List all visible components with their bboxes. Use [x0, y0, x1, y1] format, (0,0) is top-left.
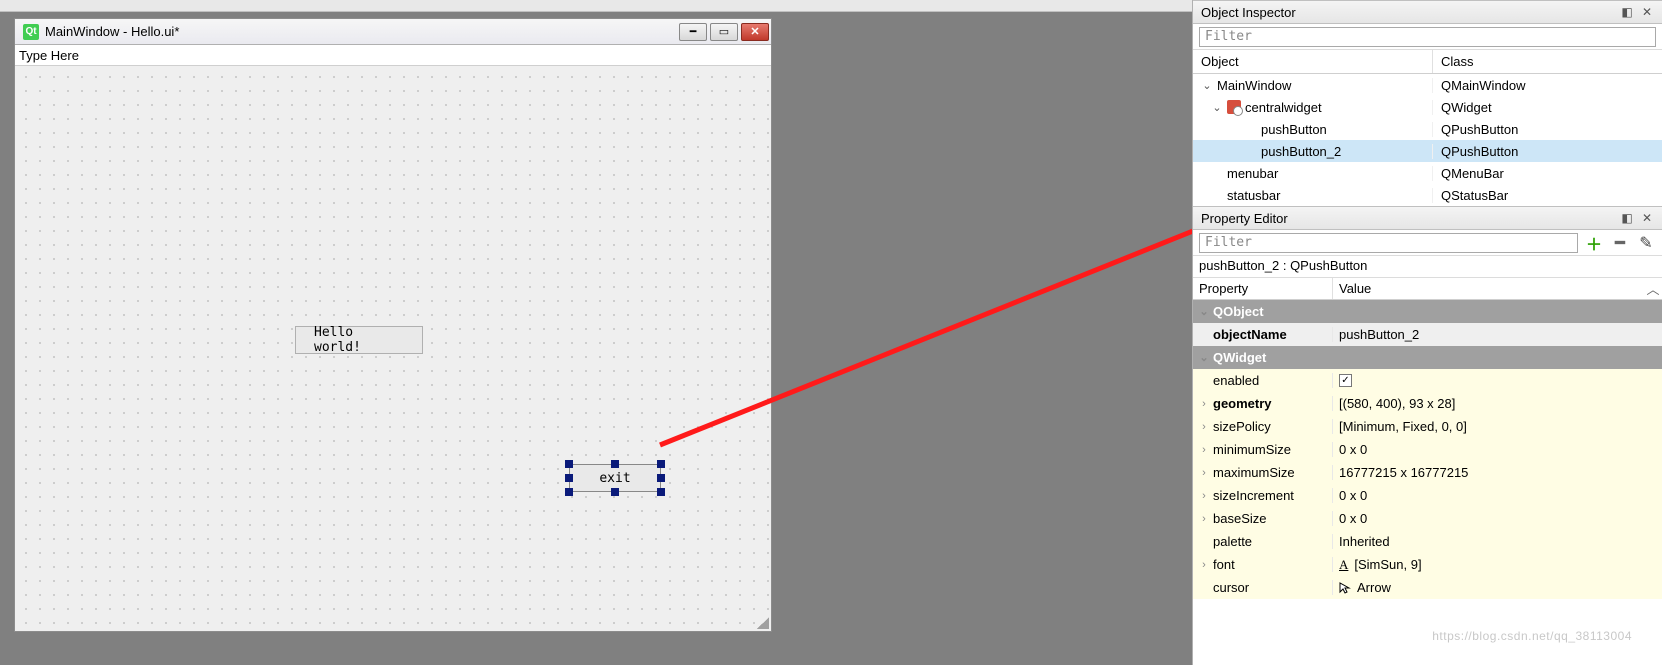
- resize-handle[interactable]: [657, 474, 665, 482]
- tree-object-name: menubar: [1227, 166, 1278, 181]
- col-value[interactable]: Value: [1333, 278, 1644, 299]
- tree-object-name: centralwidget: [1245, 100, 1322, 115]
- tree-row[interactable]: pushButton_2 QPushButton: [1193, 140, 1662, 162]
- property-object-caption: pushButton_2 : QPushButton: [1193, 256, 1662, 278]
- resize-handle[interactable]: [565, 488, 573, 496]
- size-grip-icon[interactable]: [757, 617, 769, 629]
- tree-object-name: pushButton: [1261, 122, 1327, 137]
- close-icon[interactable]: ✕: [1640, 211, 1654, 225]
- inspector-columns[interactable]: Object Class: [1193, 50, 1662, 74]
- property-row[interactable]: objectNamepushButton_2: [1193, 323, 1662, 346]
- resize-handle[interactable]: [611, 460, 619, 468]
- property-category[interactable]: ⌄QWidget: [1193, 346, 1662, 369]
- tree-class-name: QWidget: [1441, 100, 1492, 115]
- resize-handle[interactable]: [565, 460, 573, 468]
- designer-window: Qt MainWindow - Hello.ui* ━ ▭ ✕ Type Her…: [14, 18, 772, 632]
- panel-title-label: Object Inspector: [1201, 5, 1296, 20]
- property-row[interactable]: enabled✓: [1193, 369, 1662, 392]
- col-class[interactable]: Class: [1433, 50, 1662, 73]
- property-list[interactable]: ⌄QObjectobjectNamepushButton_2⌄QWidgeten…: [1193, 300, 1662, 599]
- menubar-placeholder[interactable]: Type Here: [15, 45, 771, 66]
- close-icon[interactable]: ✕: [1640, 5, 1654, 19]
- inspector-filter-row: [1193, 24, 1662, 50]
- col-object[interactable]: Object: [1193, 50, 1433, 73]
- window-titlebar[interactable]: Qt MainWindow - Hello.ui* ━ ▭ ✕: [15, 19, 771, 45]
- watermark: https://blog.csdn.net/qq_38113004: [1432, 629, 1632, 643]
- tree-class-name: QPushButton: [1441, 144, 1518, 159]
- property-row[interactable]: paletteInherited: [1193, 530, 1662, 553]
- widget-icon: [1227, 100, 1241, 114]
- close-button[interactable]: ✕: [741, 23, 769, 41]
- property-row[interactable]: ›fontA [SimSun, 9]: [1193, 553, 1662, 576]
- object-tree[interactable]: ⌄MainWindowQMainWindow⌄centralwidgetQWid…: [1193, 74, 1662, 206]
- property-columns[interactable]: Property Value ︿: [1193, 278, 1662, 300]
- window-title: MainWindow - Hello.ui*: [45, 24, 679, 39]
- property-row[interactable]: cursor Arrow: [1193, 576, 1662, 599]
- tree-object-name: pushButton_2: [1261, 144, 1341, 159]
- property-row[interactable]: ›baseSize0 x 0: [1193, 507, 1662, 530]
- undock-icon[interactable]: ◧: [1620, 211, 1634, 225]
- qt-logo-icon: Qt: [23, 24, 39, 40]
- tree-row[interactable]: statusbar QStatusBar: [1193, 184, 1662, 206]
- property-category[interactable]: ⌄QObject: [1193, 300, 1662, 323]
- font-icon: A: [1339, 557, 1348, 573]
- scroll-up-icon[interactable]: ︿: [1644, 278, 1662, 299]
- property-row[interactable]: ›sizeIncrement0 x 0: [1193, 484, 1662, 507]
- tree-class-name: QPushButton: [1441, 122, 1518, 137]
- maximize-button[interactable]: ▭: [710, 23, 738, 41]
- tree-object-name: MainWindow: [1217, 78, 1291, 93]
- tree-row[interactable]: menubar QMenuBar: [1193, 162, 1662, 184]
- tree-class-name: QStatusBar: [1441, 188, 1508, 203]
- minimize-button[interactable]: ━: [679, 23, 707, 41]
- resize-handle[interactable]: [657, 488, 665, 496]
- property-row[interactable]: ›minimumSize0 x 0: [1193, 438, 1662, 461]
- resize-handle[interactable]: [657, 460, 665, 468]
- object-inspector-title[interactable]: Object Inspector ◧ ✕: [1193, 0, 1662, 24]
- pushbutton-hello[interactable]: Hello world!: [295, 326, 423, 354]
- right-panels: Object Inspector ◧ ✕ Object Class ⌄MainW…: [1192, 0, 1662, 665]
- tree-object-name: statusbar: [1227, 188, 1280, 203]
- property-row[interactable]: ›geometry[(580, 400), 93 x 28]: [1193, 392, 1662, 415]
- tree-row[interactable]: ⌄centralwidgetQWidget: [1193, 96, 1662, 118]
- remove-property-icon[interactable]: ━: [1610, 233, 1630, 253]
- tree-class-name: QMainWindow: [1441, 78, 1526, 93]
- inspector-filter-input[interactable]: [1199, 27, 1656, 47]
- cursor-icon: [1339, 582, 1351, 594]
- property-filter-input[interactable]: [1199, 233, 1578, 253]
- panel-title-label: Property Editor: [1201, 211, 1288, 226]
- col-property[interactable]: Property: [1193, 278, 1333, 299]
- property-row[interactable]: ›sizePolicy[Minimum, Fixed, 0, 0]: [1193, 415, 1662, 438]
- resize-handle[interactable]: [611, 488, 619, 496]
- tree-class-name: QMenuBar: [1441, 166, 1504, 181]
- checkbox-icon[interactable]: ✓: [1339, 374, 1352, 387]
- property-row[interactable]: ›maximumSize16777215 x 16777215: [1193, 461, 1662, 484]
- property-filter-row: ＋ ━ ✎: [1193, 230, 1662, 256]
- add-property-icon[interactable]: ＋: [1584, 233, 1604, 253]
- resize-handle[interactable]: [565, 474, 573, 482]
- undock-icon[interactable]: ◧: [1620, 5, 1634, 19]
- settings-icon[interactable]: ✎: [1636, 233, 1656, 253]
- tree-row[interactable]: pushButton QPushButton: [1193, 118, 1662, 140]
- tree-row[interactable]: ⌄MainWindowQMainWindow: [1193, 74, 1662, 96]
- property-editor-title[interactable]: Property Editor ◧ ✕: [1193, 206, 1662, 230]
- form-canvas[interactable]: Hello world! exit: [15, 66, 771, 631]
